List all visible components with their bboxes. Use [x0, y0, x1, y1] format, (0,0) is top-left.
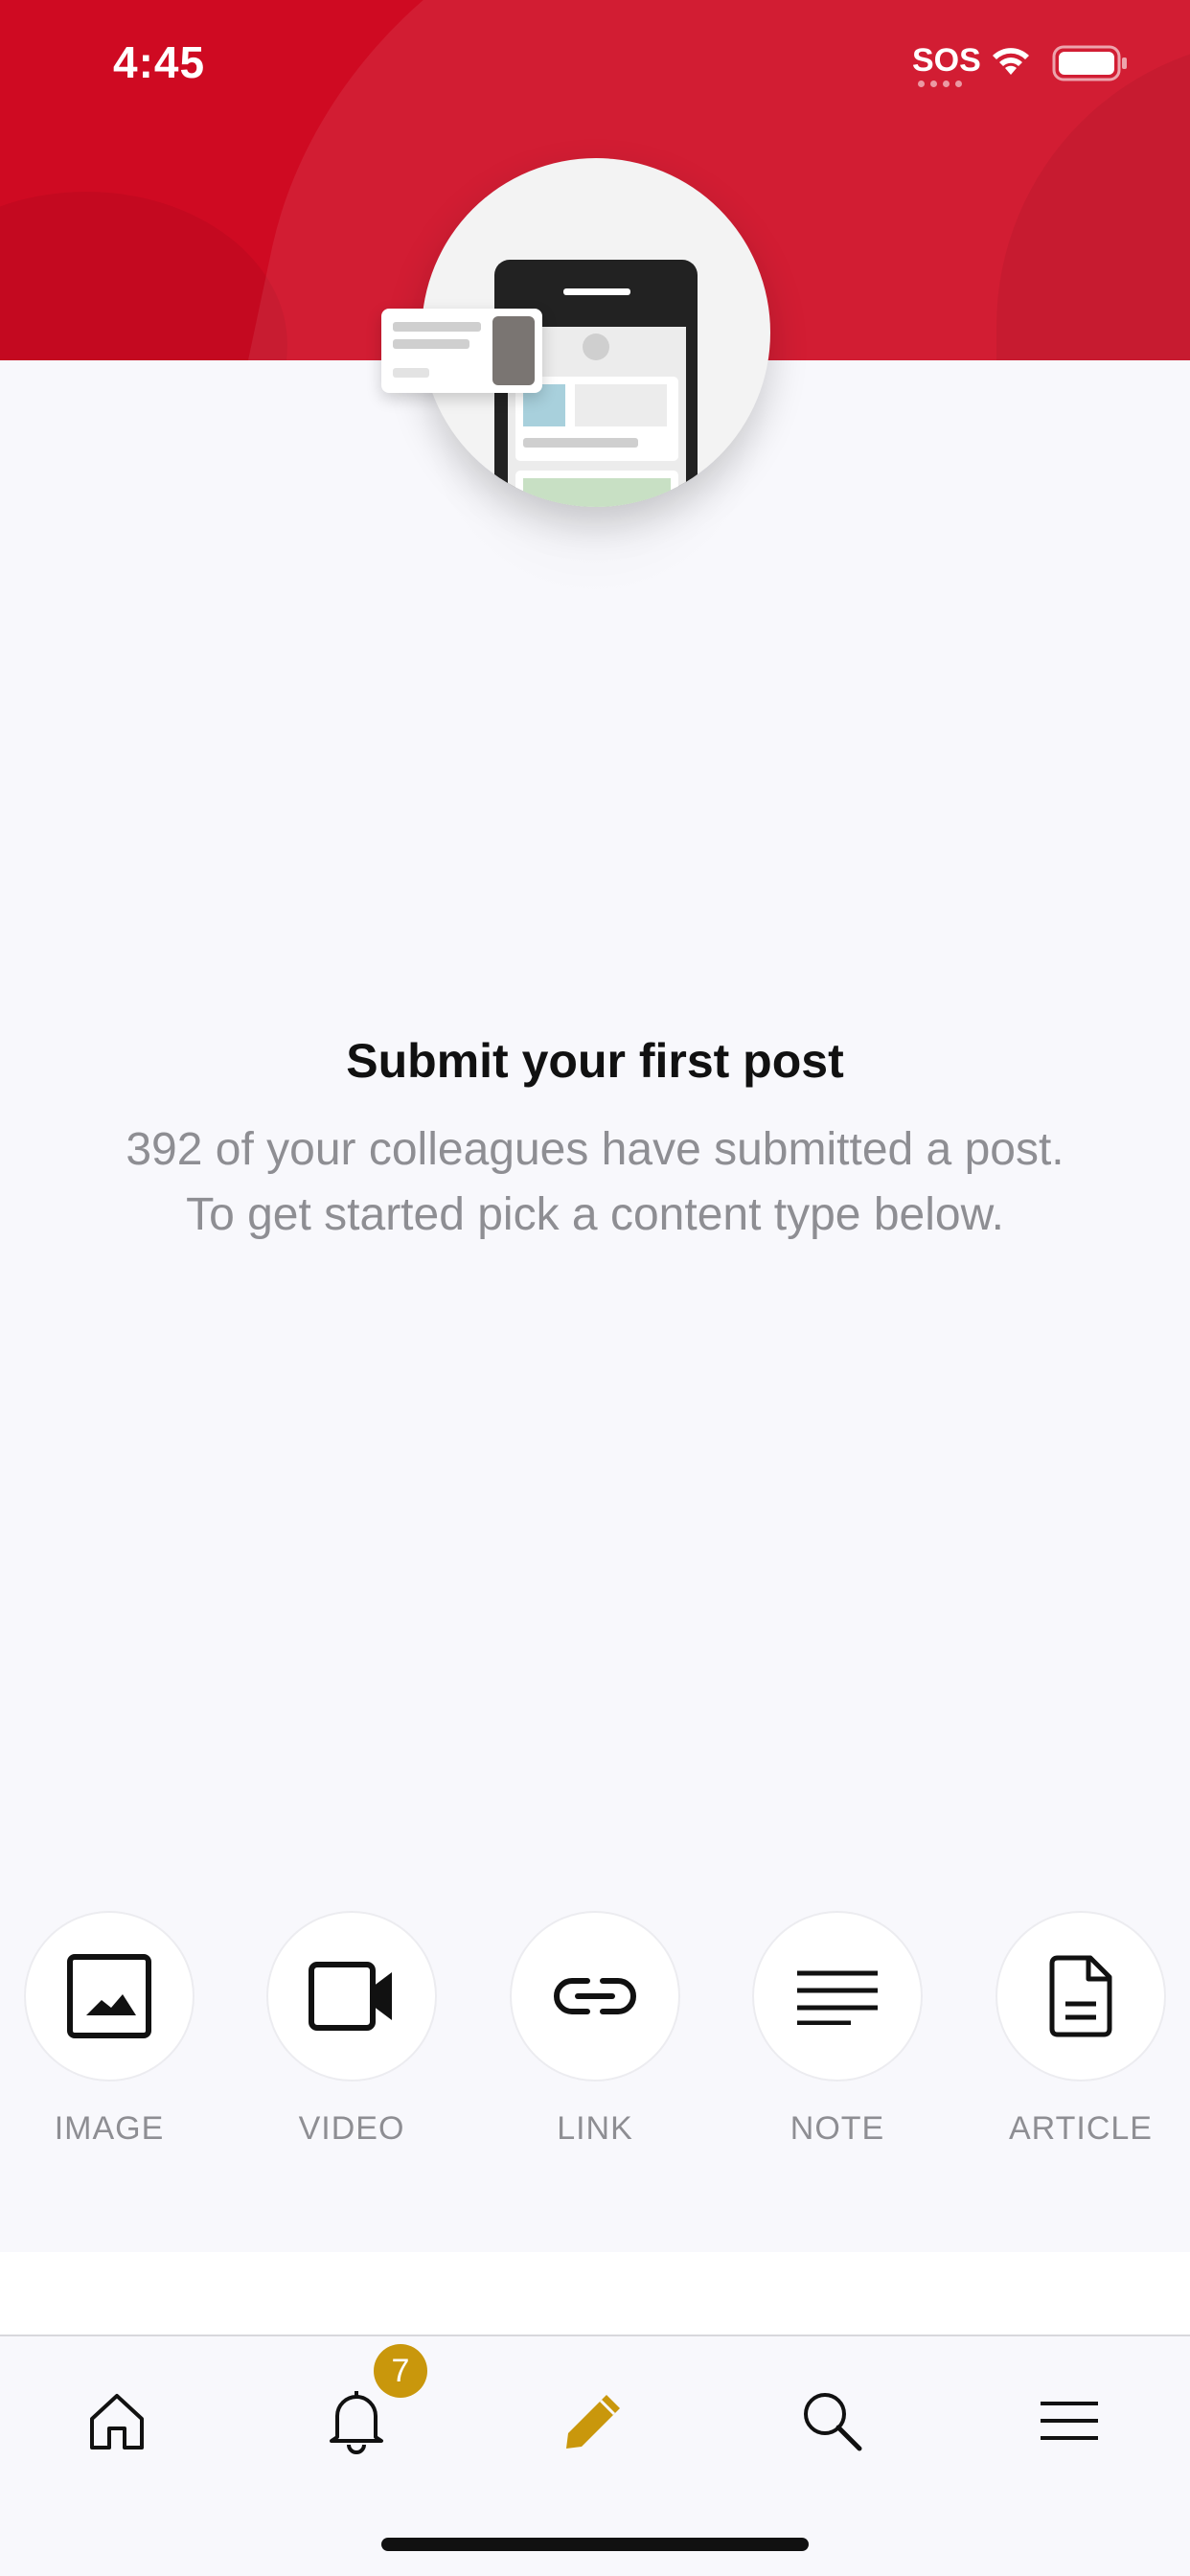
- content-type-note-button[interactable]: NOTE: [751, 1911, 924, 2148]
- notification-badge: 7: [374, 2344, 427, 2398]
- subtitle-line: 392 of your colleagues have submitted a …: [126, 1124, 1064, 1175]
- link-icon: [510, 1911, 680, 2082]
- wifi-icon: [987, 42, 1035, 83]
- status-sos: SOS: [912, 42, 981, 79]
- subtitle-line: To get started pick a content type below…: [186, 1189, 1004, 1240]
- content-type-image-button[interactable]: IMAGE: [23, 1911, 195, 2148]
- hero-floating-card: [381, 309, 542, 393]
- content-type-article-button[interactable]: ARTICLE: [995, 1911, 1167, 2148]
- status-time: 4:45: [113, 37, 206, 87]
- battery-icon: [1052, 44, 1129, 87]
- content-type-label: ARTICLE: [1009, 2110, 1153, 2147]
- content-type-label: VIDEO: [298, 2110, 405, 2147]
- content-divider-band: [0, 2252, 1190, 2334]
- screen: 4:45 SOS Submit your first post 392 of y…: [0, 0, 1190, 2576]
- home-indicator[interactable]: [381, 2538, 809, 2551]
- empty-state-subtitle: 392 of your colleagues have submitted a …: [57, 1117, 1133, 1248]
- tab-menu[interactable]: [1021, 2373, 1117, 2469]
- tab-search[interactable]: [784, 2373, 880, 2469]
- content-type-label: NOTE: [790, 2110, 885, 2147]
- menu-icon: [1041, 2402, 1098, 2440]
- content-type-label: IMAGE: [54, 2110, 165, 2147]
- search-icon: [804, 2393, 862, 2451]
- note-icon: [752, 1911, 923, 2082]
- pencil-icon: [566, 2395, 620, 2449]
- tab-compose[interactable]: [546, 2373, 642, 2469]
- article-icon: [995, 1911, 1166, 2082]
- content-type-label: LINK: [557, 2110, 633, 2147]
- video-icon: [266, 1911, 437, 2082]
- bell-icon: [330, 2391, 383, 2454]
- content-type-video-button[interactable]: VIDEO: [265, 1911, 438, 2148]
- image-icon: [24, 1911, 195, 2082]
- tab-home[interactable]: [69, 2373, 165, 2469]
- header-decor-shape: [0, 192, 287, 360]
- signal-dots: [918, 80, 962, 87]
- empty-state-title: Submit your first post: [346, 1034, 844, 1088]
- home-icon: [90, 2394, 144, 2450]
- content-type-link-button[interactable]: LINK: [509, 1911, 681, 2148]
- content-type-picker: IMAGE VIDEO LINK NOTE ARTICLE: [0, 1911, 1190, 2150]
